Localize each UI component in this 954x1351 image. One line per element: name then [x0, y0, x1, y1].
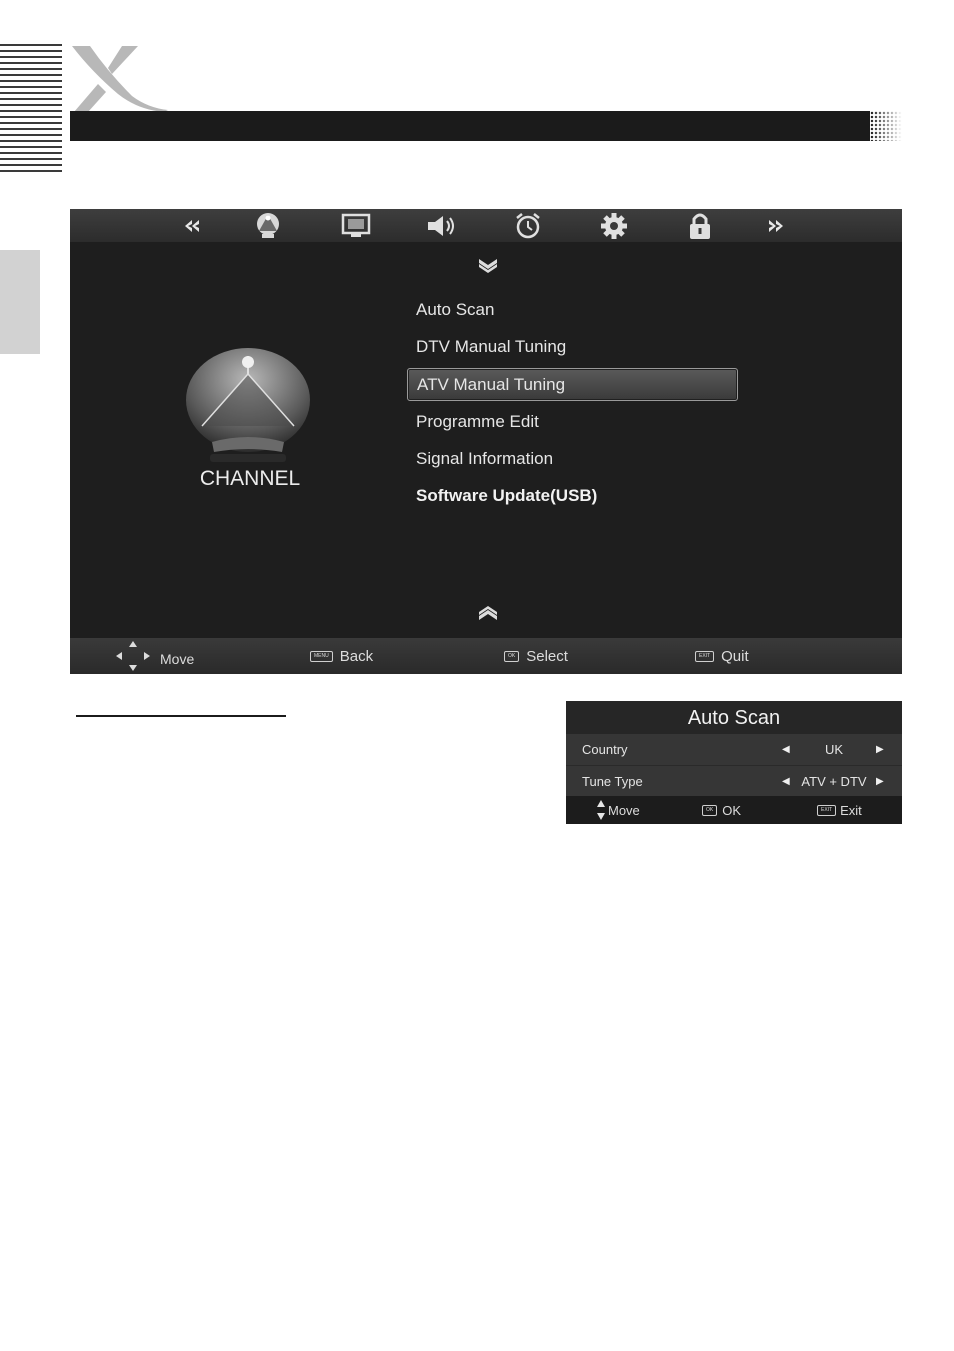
dialog-title: Auto Scan	[566, 701, 902, 736]
speaker-icon[interactable]	[422, 209, 462, 242]
hint-back: MENU Back	[310, 638, 373, 674]
menu-item-auto-scan[interactable]: Auto Scan	[416, 295, 494, 325]
up-down-icon	[597, 800, 605, 820]
hint-move: Move	[114, 638, 194, 674]
header-banner-dots	[862, 111, 902, 141]
channel-menu-screen: CHANNEL Auto Scan DTV Manual Tuning ATV …	[70, 209, 902, 674]
header-stripes	[0, 44, 62, 172]
exit-key-icon: EXIT	[817, 804, 837, 816]
scroll-up-icon[interactable]	[470, 603, 506, 625]
channel-category-label: CHANNEL	[199, 467, 301, 490]
alarm-clock-icon[interactable]	[508, 209, 548, 242]
hint-quit-label: Quit	[721, 647, 749, 665]
hint-move-label: Move	[160, 651, 195, 667]
gear-icon[interactable]	[594, 209, 634, 242]
menu-item-software-update[interactable]: Software Update(USB)	[416, 481, 597, 511]
arrow-left-icon[interactable]: ◀	[782, 766, 790, 797]
arrow-right-icon[interactable]: ▶	[876, 766, 884, 797]
hint-quit: EXIT Quit	[695, 638, 749, 674]
auto-scan-dialog: Auto Scan Country ◀ UK ▶ Tune Type ◀ ATV…	[566, 701, 902, 824]
arrow-right-icon[interactable]: ▶	[876, 734, 884, 765]
menu-bottombar: Move MENU Back OK Select EXIT Quit	[70, 638, 902, 674]
dialog-exit-label: Exit	[840, 802, 862, 818]
ok-key-icon: OK	[504, 650, 520, 662]
tune-type-row[interactable]: Tune Type ◀ ATV + DTV ▶	[566, 765, 902, 797]
arrow-left-icon[interactable]: ◀	[782, 734, 790, 765]
tune-type-label: Tune Type	[582, 774, 643, 789]
section-heading-underline	[76, 715, 286, 717]
menu-item-dtv-manual-tuning[interactable]: DTV Manual Tuning	[416, 332, 566, 362]
satellite-dish-icon[interactable]	[248, 209, 288, 242]
menu-item-atv-manual-tuning[interactable]: ATV Manual Tuning	[407, 368, 738, 401]
side-tab	[0, 250, 40, 354]
menu-item-signal-information[interactable]: Signal Information	[416, 444, 553, 474]
dialog-hint-exit: EXIT Exit	[817, 796, 862, 824]
country-label: Country	[582, 742, 628, 757]
country-row[interactable]: Country ◀ UK ▶	[566, 734, 902, 765]
hint-select: OK Select	[504, 638, 568, 674]
scroll-down-icon[interactable]	[470, 254, 506, 276]
menu-topbar	[70, 209, 902, 242]
chevrons-left-icon[interactable]	[172, 209, 212, 242]
padlock-icon[interactable]	[680, 209, 720, 242]
brand-logo	[68, 44, 168, 112]
picture-monitor-icon[interactable]	[336, 209, 376, 242]
dialog-footer: Move OK OK EXIT Exit	[566, 796, 902, 824]
menu-item-programme-edit[interactable]: Programme Edit	[416, 407, 539, 437]
country-value: UK	[824, 742, 844, 757]
dialog-hint-move: Move	[596, 796, 640, 824]
exit-key-icon: EXIT	[695, 650, 715, 662]
dpad-icon	[116, 641, 150, 671]
dialog-move-label: Move	[608, 802, 640, 818]
tune-type-value: ATV + DTV	[801, 774, 867, 789]
channel-dish-icon	[182, 344, 314, 466]
hint-select-label: Select	[526, 647, 568, 665]
menu-key-icon: MENU	[310, 650, 333, 662]
header-banner	[70, 111, 870, 141]
ok-key-icon: OK	[702, 804, 718, 816]
chevrons-right-icon[interactable]	[756, 209, 796, 242]
dialog-ok-label: OK	[722, 802, 742, 818]
hint-back-label: Back	[339, 647, 374, 665]
dialog-hint-ok: OK OK	[702, 796, 741, 824]
